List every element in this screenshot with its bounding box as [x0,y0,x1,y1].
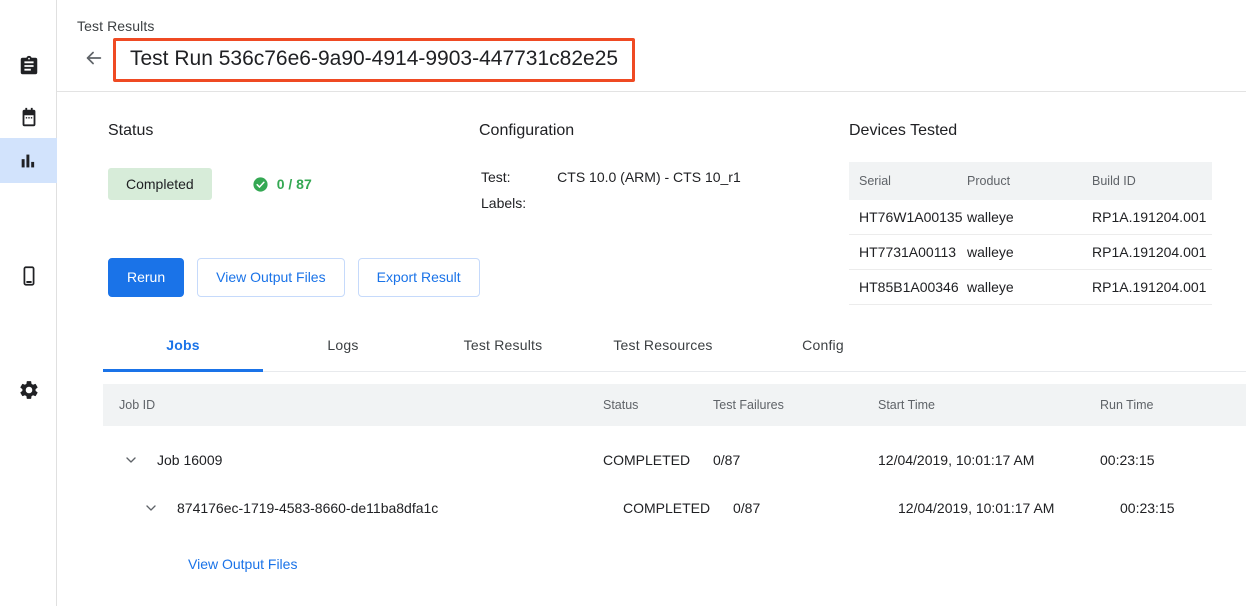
sidebar-item-results[interactable] [0,138,57,183]
arrow-left-icon [83,47,105,74]
view-output-files-link[interactable]: View Output Files [188,556,297,572]
chevron-down-icon[interactable] [139,496,163,520]
clipboard-icon [18,55,40,77]
device-product: walleye [967,200,1092,235]
configuration-value [557,194,741,218]
jobs-col-run-time: Run Time [1100,398,1220,412]
configuration-value: CTS 10.0 (ARM) - CTS 10_r1 [557,168,741,192]
job-run-time: 00:23:15 [1120,500,1240,516]
bar-chart-icon [18,150,40,172]
tab-test-resources[interactable]: Test Resources [583,323,743,371]
configuration-key: Test: [481,168,555,192]
tab-config[interactable]: Config [743,323,903,371]
action-buttons: Rerun View Output Files Export Result [108,258,468,297]
pass-counter: 0 / 87 [252,176,312,193]
export-result-button[interactable]: Export Result [358,258,480,297]
tab-bar: Jobs Logs Test Results Test Resources Co… [103,323,1246,372]
rerun-button[interactable]: Rerun [108,258,184,297]
page-title-highlight: Test Run 536c76e6-9a90-4914-9903-447731c… [113,38,635,82]
jobs-header-row: Job ID Status Test Failures Start Time R… [103,384,1246,426]
device-serial: HT76W1A00135 [849,200,967,235]
job-id: Job 16009 [157,452,222,468]
devices-table: Serial Product Build ID HT76W1A00135 wal… [849,162,1212,305]
jobs-col-status: Status [603,398,713,412]
tab-logs[interactable]: Logs [263,323,423,371]
device-product: walleye [967,235,1092,270]
configuration-row: Test: CTS 10.0 (ARM) - CTS 10_r1 [481,168,741,192]
job-status: COMPLETED [623,500,733,516]
configuration-table: Test: CTS 10.0 (ARM) - CTS 10_r1 Labels: [479,166,743,220]
devices-tested-section: Devices Tested Serial Product Build ID H… [849,122,1212,305]
job-test-failures: 0/87 [733,500,898,516]
job-test-failures: 0/87 [713,452,878,468]
status-badge: Completed [108,168,212,200]
device-serial: HT85B1A00346 [849,270,967,305]
sidebar-item-schedules[interactable] [0,95,57,140]
sidebar-item-test-suites[interactable] [0,43,57,88]
page-title: Test Run 536c76e6-9a90-4914-9903-447731c… [130,45,618,73]
devices-section-title: Devices Tested [849,122,1212,140]
job-status: COMPLETED [603,452,713,468]
jobs-col-test-failures: Test Failures [713,398,878,412]
calendar-icon [18,107,40,129]
configuration-row: Labels: [481,194,741,218]
devices-col-product: Product [967,162,1092,200]
pass-counter-label: 0 / 87 [277,176,312,192]
breadcrumb: Test Results [77,18,154,34]
table-row[interactable]: 874176ec-1719-4583-8660-de11ba8dfa1c COM… [103,484,1246,532]
device-build-id: RP1A.191204.001 [1092,270,1212,305]
job-id: 874176ec-1719-4583-8660-de11ba8dfa1c [177,500,438,516]
page-header: Test Results Test Run 536c76e6-9a90-4914… [57,0,1246,92]
tab-jobs[interactable]: Jobs [103,323,263,372]
app-root: Test Results Test Run 536c76e6-9a90-4914… [0,0,1246,606]
job-start-time: 12/04/2019, 10:01:17 AM [878,452,1100,468]
table-row[interactable]: Job 16009 COMPLETED 0/87 12/04/2019, 10:… [103,436,1246,484]
table-row: HT7731A00113 walleye RP1A.191204.001 [849,235,1212,270]
table-row: HT85B1A00346 walleye RP1A.191204.001 [849,270,1212,305]
jobs-col-job-id: Job ID [103,398,603,412]
status-summary-row: Completed 0 / 87 [108,168,468,200]
title-row: Test Run 536c76e6-9a90-4914-9903-447731c… [77,38,635,82]
phone-icon [18,265,40,287]
devices-col-serial: Serial [849,162,967,200]
device-build-id: RP1A.191204.001 [1092,200,1212,235]
sidebar-item-devices[interactable] [0,253,57,298]
devices-header-row: Serial Product Build ID [849,162,1212,200]
chevron-down-icon[interactable] [119,448,143,472]
configuration-section: Configuration Test: CTS 10.0 (ARM) - CTS… [479,122,839,220]
main-content: Test Results Test Run 536c76e6-9a90-4914… [57,0,1246,606]
job-start-time: 12/04/2019, 10:01:17 AM [898,500,1120,516]
configuration-section-title: Configuration [479,122,839,140]
back-button[interactable] [77,43,111,77]
check-circle-icon [252,176,269,193]
tab-test-results[interactable]: Test Results [423,323,583,371]
table-row: HT76W1A00135 walleye RP1A.191204.001 [849,200,1212,235]
device-product: walleye [967,270,1092,305]
view-output-files-button[interactable]: View Output Files [197,258,344,297]
status-section: Status Completed 0 / 87 Rerun [108,122,468,297]
device-build-id: RP1A.191204.001 [1092,235,1212,270]
left-nav-rail [0,0,57,606]
job-run-time: 00:23:15 [1100,452,1220,468]
status-section-title: Status [108,122,468,140]
sidebar-item-settings[interactable] [0,367,57,412]
configuration-key: Labels: [481,194,555,218]
jobs-col-start-time: Start Time [878,398,1100,412]
jobs-table: Job ID Status Test Failures Start Time R… [103,384,1246,572]
gear-icon [18,379,40,401]
device-serial: HT7731A00113 [849,235,967,270]
devices-col-build: Build ID [1092,162,1212,200]
